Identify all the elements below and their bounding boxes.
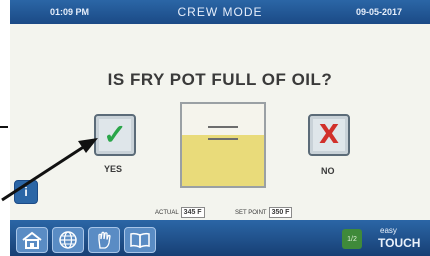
navigation-bar: 1/2 easy TOUCH: [10, 220, 430, 256]
setpoint-temp: SET POINT 350 F: [235, 207, 293, 218]
touch-screen: 01:09 PM CREW MODE 09-05-2017 IS FRY POT…: [10, 0, 430, 256]
info-icon: i: [24, 185, 28, 199]
checkmark-icon: ✓: [103, 119, 127, 150]
info-button[interactable]: i: [14, 180, 38, 204]
help-hand-icon: [98, 231, 111, 249]
current-date: 09-05-2017: [355, 7, 402, 17]
manual-button[interactable]: [124, 227, 156, 253]
status-bar: 01:09 PM CREW MODE 09-05-2017: [10, 0, 430, 24]
actual-temp: ACTUAL 345 F: [155, 207, 205, 218]
actual-temp-value: 345 F: [180, 207, 205, 218]
help-button[interactable]: [88, 227, 120, 253]
fill-line-lower: [208, 138, 238, 140]
fry-pot-illustration: [180, 102, 266, 188]
yes-label: YES: [104, 164, 123, 174]
home-button[interactable]: [16, 227, 48, 253]
screen-bezel: [0, 0, 10, 256]
setpoint-temp-value: 350 F: [268, 207, 293, 218]
no-button[interactable]: X: [308, 114, 350, 156]
easy-touch-logo: easy TOUCH: [370, 224, 428, 254]
fill-line-upper: [208, 126, 238, 128]
yes-button[interactable]: ✓: [94, 114, 136, 156]
oil-level-fill: [182, 135, 264, 186]
manual-book-icon: [130, 232, 150, 249]
globe-icon: [59, 231, 77, 249]
x-icon: X: [318, 120, 340, 150]
logo-easy: easy: [380, 226, 397, 235]
language-button[interactable]: [52, 227, 84, 253]
logo-touch: TOUCH: [378, 236, 421, 250]
setpoint-temp-label: SET POINT: [235, 209, 267, 216]
no-label: NO: [321, 166, 335, 176]
actual-temp-label: ACTUAL: [155, 209, 179, 216]
page-indicator[interactable]: 1/2: [342, 229, 362, 249]
prompt-question: IS FRY POT FULL OF OIL?: [107, 70, 333, 89]
home-icon: [22, 231, 42, 249]
